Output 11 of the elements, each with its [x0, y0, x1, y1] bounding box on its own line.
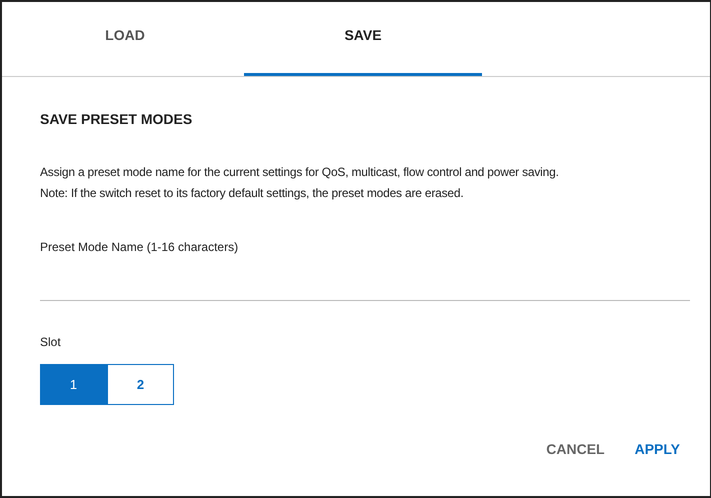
description-text: Assign a preset mode name for the current settings for QoS, multicast, flow control and power saving. — [40, 165, 560, 179]
field-label: Preset Mode Name (1-16 characters) — [40, 240, 240, 254]
slot-option[interactable]: 1 — [40, 364, 107, 405]
cancel-button[interactable]: CANCEL — [540, 433, 611, 465]
slot-option[interactable]: 2 — [107, 364, 174, 405]
tab[interactable]: SAVE — [244, 2, 482, 76]
section-title: SAVE PRESET MODES — [40, 111, 194, 127]
description-text: Note: If the switch reset to its factory default settings, the preset modes are erased. — [40, 186, 464, 200]
apply-button[interactable]: APPLY — [628, 433, 686, 465]
tab[interactable]: LOAD — [6, 2, 244, 76]
slot-label: Slot — [40, 335, 62, 349]
